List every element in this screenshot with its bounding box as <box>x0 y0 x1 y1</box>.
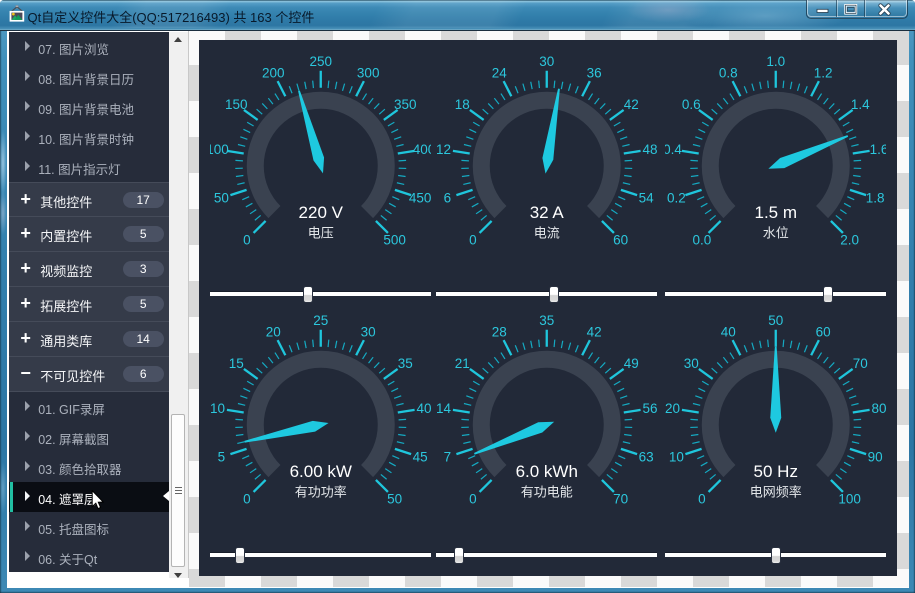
svg-text:0.2: 0.2 <box>667 191 686 206</box>
svg-text:60: 60 <box>613 233 628 248</box>
svg-text:14: 14 <box>436 401 452 416</box>
svg-text:35: 35 <box>398 356 413 371</box>
svg-text:350: 350 <box>394 97 417 112</box>
svg-text:20: 20 <box>266 325 281 340</box>
svg-text:1.2: 1.2 <box>814 66 833 81</box>
svg-text:6.0 kWh: 6.0 kWh <box>515 462 577 481</box>
svg-text:500: 500 <box>383 233 406 248</box>
svg-text:电压: 电压 <box>307 226 333 241</box>
svg-text:21: 21 <box>454 356 469 371</box>
svg-text:18: 18 <box>454 97 469 112</box>
svg-text:30: 30 <box>360 325 375 340</box>
svg-text:0: 0 <box>243 233 251 248</box>
svg-text:电网频率: 电网频率 <box>749 485 801 500</box>
svg-text:70: 70 <box>853 356 868 371</box>
svg-text:1.0: 1.0 <box>766 55 785 69</box>
svg-text:220 V: 220 V <box>298 203 343 222</box>
svg-text:150: 150 <box>225 97 248 112</box>
svg-text:25: 25 <box>313 314 328 328</box>
svg-text:40: 40 <box>721 325 736 340</box>
svg-text:42: 42 <box>586 325 601 340</box>
svg-text:250: 250 <box>309 55 332 69</box>
svg-text:0: 0 <box>698 492 706 507</box>
svg-text:0: 0 <box>469 233 477 248</box>
svg-text:90: 90 <box>867 450 882 465</box>
svg-text:20: 20 <box>665 401 680 416</box>
svg-text:200: 200 <box>262 66 285 81</box>
svg-text:0.6: 0.6 <box>682 97 701 112</box>
svg-text:54: 54 <box>638 191 654 206</box>
svg-text:50: 50 <box>768 314 783 328</box>
svg-text:300: 300 <box>357 66 380 81</box>
svg-text:12: 12 <box>436 142 451 157</box>
svg-text:50: 50 <box>214 191 229 206</box>
svg-text:49: 49 <box>624 356 639 371</box>
svg-text:50 Hz: 50 Hz <box>753 462 797 481</box>
svg-text:56: 56 <box>642 401 657 416</box>
svg-text:1.8: 1.8 <box>865 191 884 206</box>
svg-text:100: 100 <box>838 492 861 507</box>
svg-text:28: 28 <box>492 325 507 340</box>
svg-text:0.0: 0.0 <box>692 233 711 248</box>
svg-text:45: 45 <box>412 450 427 465</box>
svg-text:有功功率: 有功功率 <box>294 485 346 500</box>
svg-text:1.5 m: 1.5 m <box>754 203 797 222</box>
svg-text:24: 24 <box>492 66 508 81</box>
svg-text:400: 400 <box>412 142 431 157</box>
svg-text:有功电能: 有功电能 <box>520 485 572 500</box>
svg-text:35: 35 <box>539 314 554 328</box>
svg-text:2.0: 2.0 <box>840 233 859 248</box>
svg-text:0: 0 <box>243 492 251 507</box>
svg-text:电流: 电流 <box>533 226 559 241</box>
svg-text:1.6: 1.6 <box>869 142 886 157</box>
svg-text:50: 50 <box>387 492 402 507</box>
svg-text:1.4: 1.4 <box>851 97 870 112</box>
svg-text:100: 100 <box>210 142 229 157</box>
svg-text:70: 70 <box>613 492 628 507</box>
svg-text:36: 36 <box>586 66 601 81</box>
svg-text:7: 7 <box>443 450 451 465</box>
svg-text:0: 0 <box>469 492 477 507</box>
svg-text:10: 10 <box>210 401 225 416</box>
svg-text:63: 63 <box>638 450 653 465</box>
svg-text:42: 42 <box>624 97 639 112</box>
svg-text:水位: 水位 <box>762 226 788 241</box>
svg-text:10: 10 <box>669 450 684 465</box>
svg-text:15: 15 <box>228 356 243 371</box>
svg-text:5: 5 <box>217 450 225 465</box>
svg-text:48: 48 <box>642 142 657 157</box>
svg-text:0.4: 0.4 <box>665 142 682 157</box>
svg-text:32 A: 32 A <box>529 203 564 222</box>
svg-text:40: 40 <box>416 401 431 416</box>
svg-text:6: 6 <box>443 191 451 206</box>
svg-text:60: 60 <box>815 325 830 340</box>
svg-text:80: 80 <box>871 401 886 416</box>
svg-text:30: 30 <box>683 356 698 371</box>
svg-text:6.00 kW: 6.00 kW <box>289 462 351 481</box>
svg-text:450: 450 <box>409 191 432 206</box>
svg-text:30: 30 <box>539 55 554 69</box>
svg-text:0.8: 0.8 <box>719 66 738 81</box>
